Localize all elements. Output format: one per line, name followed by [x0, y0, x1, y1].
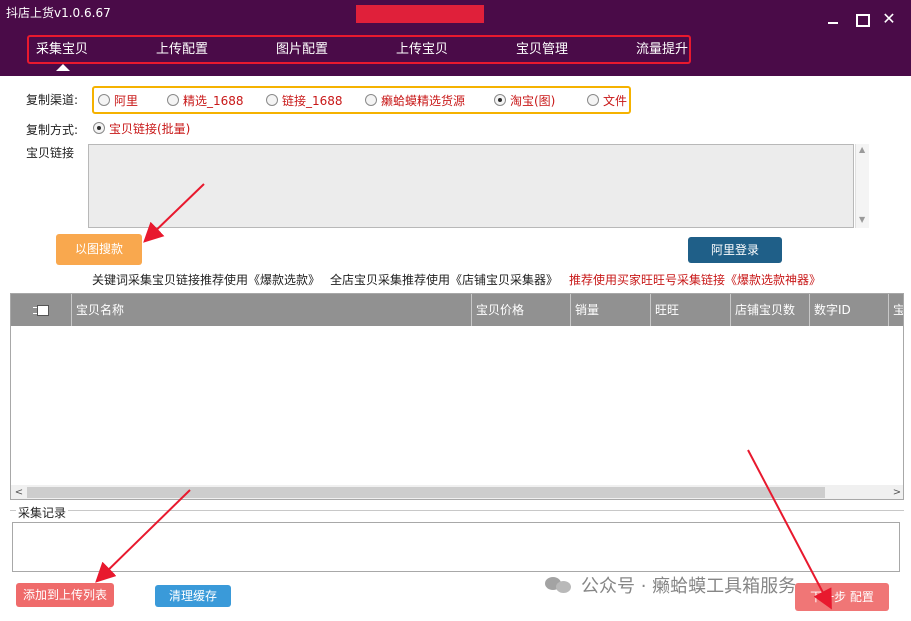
annotation-arrow-image-search: [143, 183, 205, 243]
annotation-arrow-next-step: [747, 449, 832, 610]
annotation-arrows: [95, 183, 832, 610]
annotation-arrow-add-upload: [95, 489, 191, 583]
